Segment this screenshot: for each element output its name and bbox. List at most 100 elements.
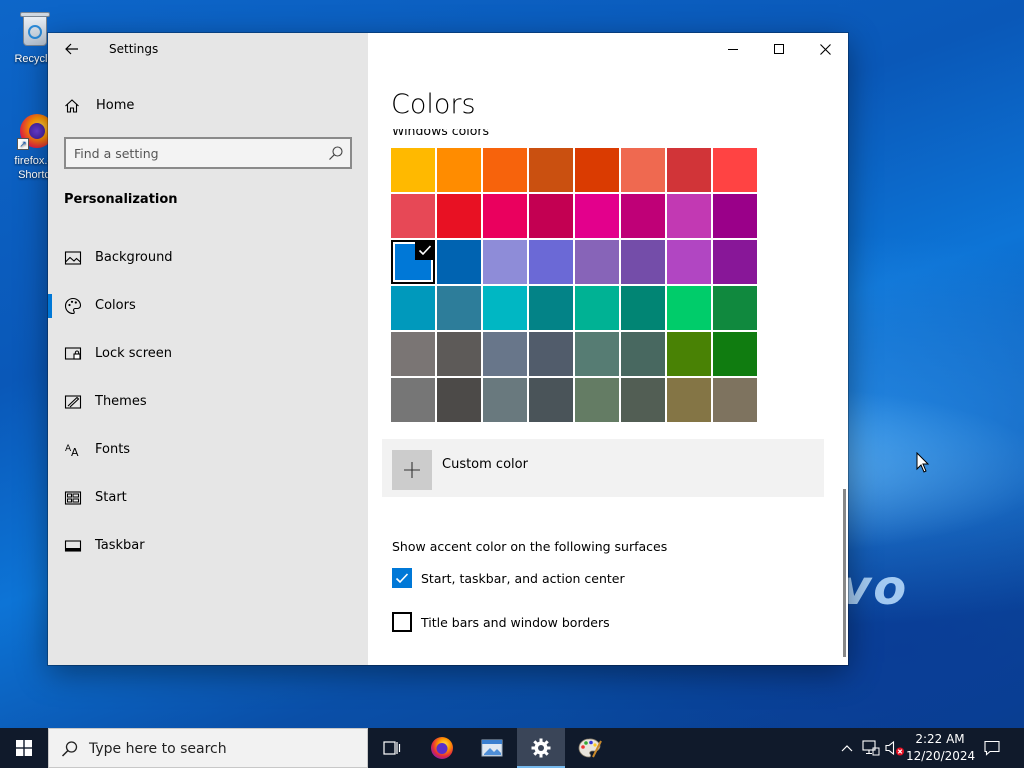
color-swatch[interactable] (621, 148, 665, 192)
color-swatch[interactable] (621, 240, 665, 284)
sidebar-item-label: Themes (95, 394, 147, 409)
swatch-row (391, 286, 759, 332)
color-swatch[interactable] (575, 332, 619, 376)
color-swatch[interactable] (437, 286, 481, 330)
settings-window: Settings Home Personalization Backgroun (48, 33, 848, 665)
checkbox-start-taskbar[interactable]: Start, taskbar, and action center (392, 567, 625, 589)
search-icon (329, 146, 343, 160)
color-swatch[interactable] (667, 378, 711, 422)
sidebar-item-lock-screen[interactable]: Lock screen (48, 330, 368, 378)
color-swatch[interactable] (437, 332, 481, 376)
color-swatch[interactable] (621, 194, 665, 238)
color-swatch[interactable] (483, 240, 527, 284)
color-swatch[interactable] (667, 332, 711, 376)
color-swatch[interactable] (391, 378, 435, 422)
sidebar-item-label: Background (95, 250, 173, 265)
swatch-row (391, 194, 759, 240)
color-swatch[interactable] (621, 286, 665, 330)
taskbar-clock[interactable]: 2:22 AM 12/20/2024 (906, 731, 975, 765)
color-swatch[interactable] (575, 286, 619, 330)
color-swatch[interactable] (529, 194, 573, 238)
search-icon (61, 741, 78, 757)
color-swatch[interactable] (391, 194, 435, 238)
color-swatch[interactable] (529, 378, 573, 422)
scrollbar-thumb[interactable] (843, 489, 846, 657)
content-pane: Colors Windows colors Custom color Show … (368, 33, 848, 665)
color-swatch[interactable] (667, 240, 711, 284)
find-setting-input[interactable] (74, 144, 324, 162)
color-swatch[interactable] (713, 194, 757, 238)
color-swatch[interactable] (437, 194, 481, 238)
taskbar-settings[interactable] (517, 728, 565, 768)
color-swatch[interactable] (391, 286, 435, 330)
windows-logo-icon (16, 740, 32, 756)
taskbar-firefox[interactable] (418, 728, 466, 768)
color-swatch[interactable] (667, 194, 711, 238)
color-swatch[interactable] (391, 148, 435, 192)
color-swatch[interactable] (529, 286, 573, 330)
color-swatch[interactable] (483, 148, 527, 192)
action-center-button[interactable] (978, 728, 1006, 768)
color-swatch[interactable] (713, 286, 757, 330)
sidebar-item-colors[interactable]: Colors (48, 282, 368, 330)
sidebar-item-taskbar[interactable]: Taskbar (48, 522, 368, 570)
show-hidden-icons-button[interactable] (838, 728, 856, 768)
color-swatch[interactable] (713, 148, 757, 192)
home-nav-item[interactable]: Home (48, 89, 368, 123)
color-swatch[interactable] (437, 240, 481, 284)
color-swatch[interactable] (575, 378, 619, 422)
custom-color-button[interactable]: Custom color (382, 439, 824, 497)
back-button[interactable] (58, 37, 86, 61)
color-swatch[interactable] (575, 148, 619, 192)
task-view-button[interactable] (368, 728, 416, 768)
color-swatch[interactable] (391, 332, 435, 376)
taskbar-search-box[interactable]: Type here to search (48, 728, 368, 768)
page-title: Colors (391, 89, 476, 120)
taskbar-snip-tool[interactable] (468, 728, 516, 768)
color-swatch[interactable] (713, 378, 757, 422)
close-button[interactable] (802, 33, 848, 65)
volume-tray-button[interactable] (884, 728, 906, 768)
colors-scroll-area[interactable]: Windows colors Custom color Show accent … (368, 129, 848, 665)
color-swatch[interactable] (667, 286, 711, 330)
taskbar-paint[interactable] (566, 728, 614, 768)
color-swatch[interactable] (529, 148, 573, 192)
maximize-button[interactable] (756, 33, 802, 65)
color-swatch[interactable] (529, 332, 573, 376)
sidebar-item-fonts[interactable]: A A Fonts (48, 426, 368, 474)
color-swatch[interactable] (483, 332, 527, 376)
swatch-row (391, 148, 759, 194)
start-button[interactable] (0, 728, 48, 768)
swatch-row (391, 332, 759, 378)
color-swatch[interactable] (575, 240, 619, 284)
color-swatch[interactable] (437, 148, 481, 192)
color-swatch[interactable] (621, 332, 665, 376)
checkbox-title-bars[interactable]: Title bars and window borders (392, 611, 610, 633)
title-bar[interactable]: Settings (48, 33, 368, 65)
sidebar-item-start[interactable]: Start (48, 474, 368, 522)
color-swatch[interactable] (483, 286, 527, 330)
color-swatch[interactable] (483, 378, 527, 422)
taskbar: Type here to search 2:22 AM 12/20/2024 (0, 728, 1024, 768)
checkbox-checked[interactable] (392, 568, 412, 588)
minimize-button[interactable] (710, 33, 756, 65)
color-swatch[interactable] (483, 194, 527, 238)
color-swatch[interactable] (667, 148, 711, 192)
sidebar-item-background[interactable]: Background (48, 234, 368, 282)
wallpaper-brand-text: vo (840, 560, 909, 616)
windows-colors-heading: Windows colors (392, 129, 490, 138)
checkbox-unchecked[interactable] (392, 612, 412, 632)
network-tray-button[interactable] (860, 728, 882, 768)
lock-screen-icon (64, 347, 82, 360)
find-setting-search[interactable] (64, 137, 352, 169)
color-swatch[interactable] (713, 240, 757, 284)
sidebar-item-themes[interactable]: Themes (48, 378, 368, 426)
color-swatch-selected[interactable] (391, 240, 435, 284)
color-swatch[interactable] (575, 194, 619, 238)
task-view-icon (383, 741, 401, 755)
volume-muted-icon (885, 740, 904, 756)
color-swatch[interactable] (621, 378, 665, 422)
color-swatch[interactable] (529, 240, 573, 284)
color-swatch[interactable] (437, 378, 481, 422)
color-swatch[interactable] (713, 332, 757, 376)
